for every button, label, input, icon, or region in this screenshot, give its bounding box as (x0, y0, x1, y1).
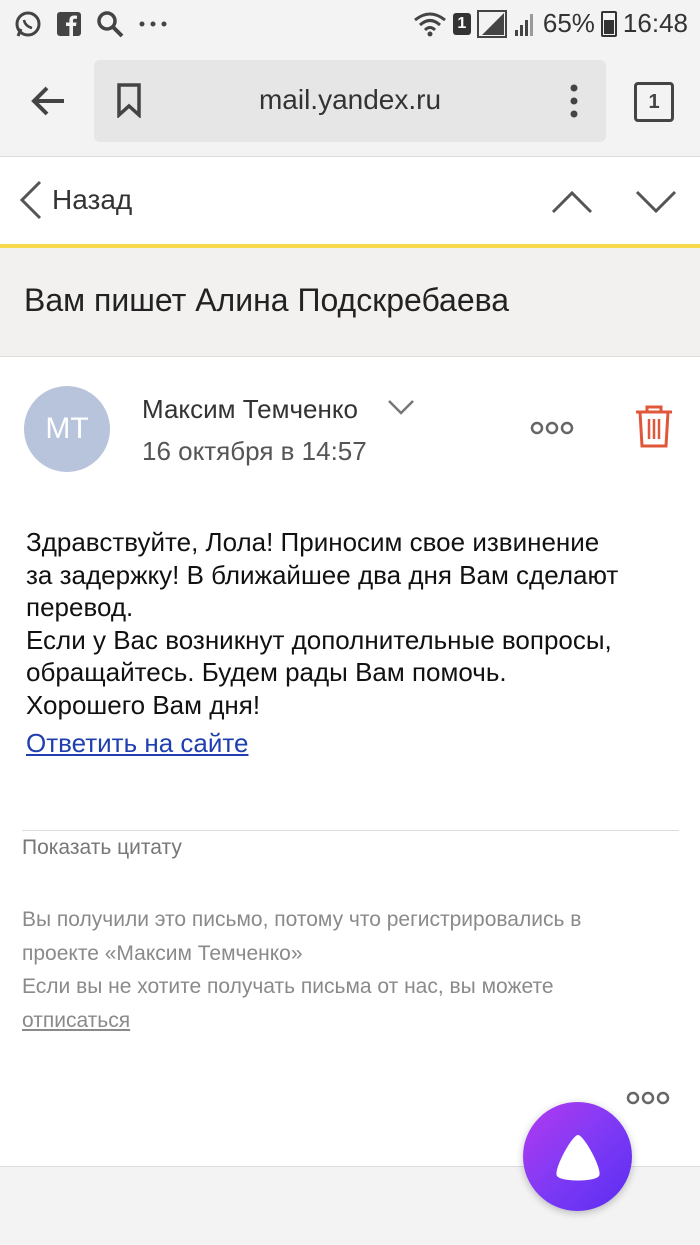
chevron-down-icon[interactable] (386, 398, 416, 418)
footer-line: Вы получили это письмо, потому что регис… (22, 908, 582, 931)
alice-assistant-button[interactable] (523, 1102, 632, 1211)
whatsapp-icon (15, 11, 41, 37)
footer-line: проекте «Максим Темченко» (22, 941, 303, 965)
more-actions-icon[interactable] (626, 1090, 670, 1106)
unsubscribe-link[interactable]: отписаться (22, 1009, 130, 1032)
browser-toolbar: mail.yandex.ru 1 (0, 50, 700, 156)
back-arrow-icon[interactable] (30, 85, 66, 117)
message-body: Здравствуйте, Лола! Приносим свое извине… (26, 526, 676, 721)
battery-percent: 65% (542, 8, 595, 38)
back-label: Назад (52, 184, 133, 215)
system-icons: 1 65% 16:48 (413, 8, 688, 39)
message-line: Здравствуйте, Лола! Приносим свое извине… (26, 527, 600, 557)
signal-icon-2 (514, 13, 533, 36)
search-icon (97, 11, 124, 38)
mail-nav-bar: Назад (0, 156, 700, 245)
message-subject: Вам пишет Алина Подскребаева (24, 282, 510, 318)
message-line: Хорошего Вам дня! (26, 689, 261, 720)
browser-menu-icon[interactable] (569, 84, 579, 118)
url-text: mail.yandex.ru (258, 84, 442, 115)
more-options-icon[interactable] (530, 420, 574, 436)
next-message-icon[interactable] (634, 189, 678, 215)
avatar: МТ (24, 386, 110, 472)
notification-count-badge: 1 (452, 12, 471, 35)
battery-icon (600, 10, 617, 37)
notification-icons (14, 10, 168, 38)
reply-on-site-link[interactable]: Ответить на сайте (26, 728, 248, 759)
status-bar: 1 65% 16:48 (0, 0, 700, 50)
tabs-button[interactable]: 1 (634, 82, 674, 122)
facebook-icon (57, 12, 81, 37)
message-line: Если у Вас возникнут дополнительные вопр… (26, 624, 612, 655)
show-quote-link[interactable]: Показать цитату (22, 836, 182, 860)
wifi-icon (413, 12, 446, 36)
message-line: перевод. (26, 592, 134, 622)
sender-name[interactable]: Максим Темченко (142, 394, 358, 425)
quote-divider (22, 830, 679, 831)
address-bar[interactable]: mail.yandex.ru (94, 60, 606, 142)
previous-message-icon[interactable] (550, 189, 594, 215)
signal-icon (476, 9, 507, 38)
message-date: 16 октября в 14:57 (142, 436, 367, 466)
footer-notice: Вы получили это письмо, потому что регис… (22, 903, 682, 1037)
alice-icon (556, 1135, 600, 1181)
delete-icon[interactable] (634, 404, 674, 448)
message-line: обращайтесь. Будем рады Вам помочь. (26, 657, 507, 687)
back-button[interactable]: Назад (18, 179, 132, 221)
more-notifications-icon (139, 21, 167, 27)
footer-line: Если вы не хотите получать письма от нас… (22, 975, 554, 998)
message-line: за задержку! В ближайшее два дня Вам сде… (26, 559, 619, 590)
subject-header: Вам пишет Алина Подскребаева (0, 248, 700, 357)
clock: 16:48 (622, 8, 688, 38)
chevron-left-icon (19, 180, 42, 220)
